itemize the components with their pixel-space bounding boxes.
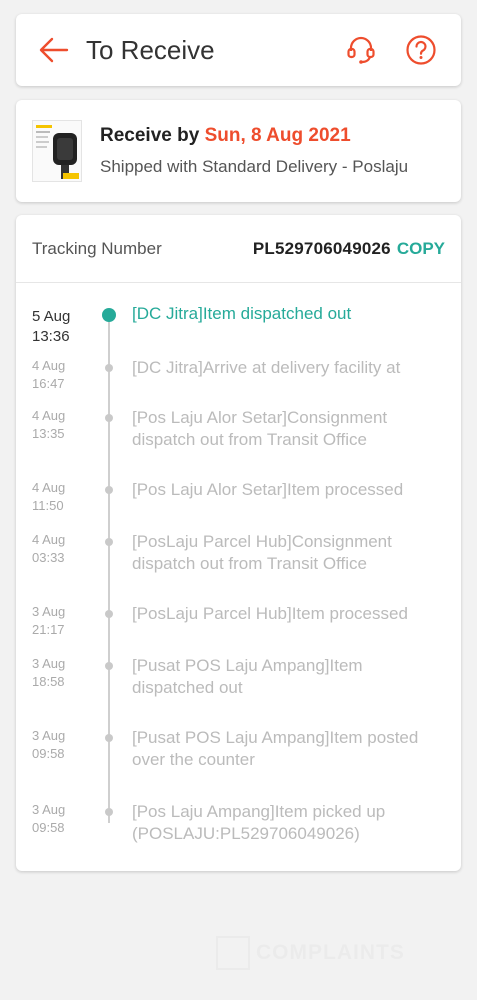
event-description: [Pos Laju Alor Setar]Item processed [132,480,404,499]
event-date: 3 Aug [32,728,66,743]
event-description: [DC Jitra]Item dispatched out [132,304,352,323]
delivery-summary-card: Receive by Sun, 8 Aug 2021 Shipped with … [16,100,461,202]
receive-by-label: Receive by [100,125,200,146]
back-button[interactable] [26,22,82,78]
event-description: [PosLaju Parcel Hub]Consignment dispatch… [132,532,392,573]
status-dot [105,364,113,372]
status-dot [105,486,113,494]
arrow-left-icon [39,37,69,63]
product-thumbnail [32,120,82,182]
tracking-number-label: Tracking Number [32,238,162,258]
event-time: 18:58 [32,674,65,689]
courier-name: - Poslaju [337,157,409,176]
event-time: 11:50 [32,498,64,513]
event-timestamp: 4 Aug 11:50 [32,479,92,515]
question-circle-icon [406,35,436,65]
watermark: COMPLAINTS [216,936,405,970]
tracking-number: PL529706049026 [252,238,391,258]
event-time: 16:47 [32,376,65,391]
event-timestamp: 4 Aug 13:35 [32,407,92,443]
current-status-dot [102,308,116,322]
event-date: 4 Aug [32,532,66,547]
support-button[interactable] [339,28,383,72]
receive-by-text: Receive by Sun, 8 Aug 2021 [100,125,408,147]
page-title: To Receive [86,34,215,65]
event-description: [DC Jitra]Arrive at delivery facility at [132,358,401,377]
status-dot [105,610,113,618]
header-bar: To Receive [16,14,461,86]
event-timestamp: 4 Aug 16:47 [32,357,92,393]
watermark-logo [216,936,250,970]
event-timestamp: 3 Aug 18:58 [32,655,92,691]
status-dot [105,808,113,816]
event-time: 21:17 [32,622,65,637]
event-date: 4 Aug [32,480,66,495]
event-date: 5 Aug [32,308,71,325]
event-date: 4 Aug [32,408,66,423]
event-timestamp: 3 Aug 09:58 [32,727,92,763]
event-date: 3 Aug [32,604,66,619]
event-timestamp: 3 Aug 09:58 [32,801,92,837]
status-dot [105,414,113,422]
shipping-info: Shipped with Standard Delivery - Poslaju [100,157,408,177]
event-date: 3 Aug [32,802,66,817]
event-time: 09:58 [32,820,65,835]
tracking-card: Tracking Number PL529706049026 COPY 5 Au… [16,215,461,871]
event-timestamp: 4 Aug 03:33 [32,531,92,567]
event-timestamp: 3 Aug 21:17 [32,603,92,639]
receive-date: Sun, 8 Aug 2021 [204,125,351,146]
event-timestamp: 5 Aug 13:36 [32,307,92,347]
event-time: 13:36 [32,328,70,345]
event-description: [Pos Laju Alor Setar]Consignment dispatc… [132,408,388,449]
headset-icon [347,36,375,64]
shipping-method: Shipped with Standard Delivery [100,157,338,176]
status-dot [105,734,113,742]
event-description: [Pusat POS Laju Ampang]Item dispatched o… [132,656,363,697]
event-description: [PosLaju Parcel Hub]Item processed [132,604,408,623]
event-time: 03:33 [32,550,65,565]
event-time: 13:35 [32,426,65,441]
watermark-text: COMPLAINTS [256,941,405,964]
status-dot [105,662,113,670]
event-date: 3 Aug [32,656,66,671]
timeline-line [108,315,110,823]
event-description: [Pos Laju Ampang]Item picked up (POSLAJU… [132,802,386,843]
tracking-number-row: Tracking Number PL529706049026 COPY [16,215,461,283]
status-dot [105,538,113,546]
help-button[interactable] [399,28,443,72]
event-time: 09:58 [32,746,65,761]
copy-button[interactable]: COPY [397,239,445,259]
event-date: 4 Aug [32,358,66,373]
event-description: [Pusat POS Laju Ampang]Item posted over … [132,728,419,769]
